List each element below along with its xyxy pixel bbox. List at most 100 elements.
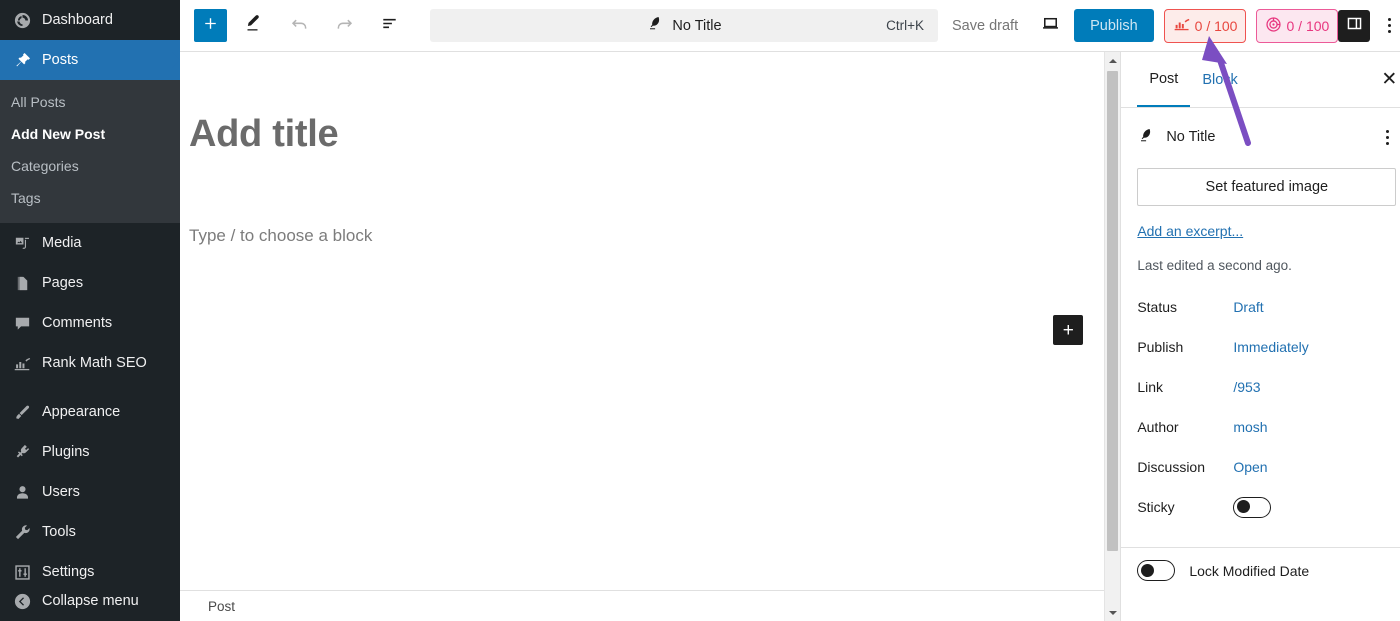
content-ai-score-badge[interactable]: 0 / 100: [1256, 8, 1339, 43]
add-excerpt-link[interactable]: Add an excerpt...: [1137, 223, 1243, 239]
sidebar-item-rank-math-seo[interactable]: Rank Math SEO: [0, 343, 180, 383]
rank-math-icon: [11, 353, 33, 373]
pin-icon: [11, 50, 33, 70]
sidebar-item-users[interactable]: Users: [0, 472, 180, 512]
pencil-icon: [244, 13, 264, 38]
sidebar-item-media[interactable]: Media: [0, 223, 180, 263]
document-outline-icon: [379, 13, 400, 39]
sidebar-item-add-new-post[interactable]: Add New Post: [0, 118, 180, 150]
post-meta-list: Status Draft Publish Immediately Link /9…: [1121, 287, 1400, 527]
block-breadcrumb: Post: [180, 590, 1105, 621]
sidebar-item-label: Plugins: [42, 444, 90, 460]
command-bar-title: No Title: [672, 17, 722, 34]
block-inserter-button[interactable]: +: [1053, 315, 1084, 345]
content-ai-target-icon: [1265, 16, 1282, 36]
add-block-button[interactable]: [194, 9, 227, 42]
wordpress-block-editor: Dashboard Posts All Posts Add New Post C…: [0, 0, 1400, 621]
block-placeholder-text: Type / to choose a block: [189, 225, 373, 245]
pages-icon: [11, 273, 33, 293]
submenu-label: Categories: [11, 158, 79, 174]
breadcrumb-item-post[interactable]: Post: [208, 599, 235, 614]
canvas-scrollbar[interactable]: [1104, 52, 1121, 621]
content-ai-score-value: 0 / 100: [1286, 17, 1330, 34]
save-draft-button[interactable]: Save draft: [938, 18, 1032, 34]
tab-post[interactable]: Post: [1137, 52, 1191, 107]
sidebar-item-plugins[interactable]: Plugins: [0, 432, 180, 472]
sidebar-item-categories[interactable]: Categories: [0, 150, 180, 182]
lock-modified-date-toggle[interactable]: [1137, 560, 1176, 581]
comment-icon: [11, 313, 33, 333]
sidebar-item-label: Pages: [42, 275, 84, 291]
document-title: No Title: [1166, 129, 1216, 145]
meta-value-status[interactable]: Draft: [1233, 299, 1263, 315]
meta-value-publish[interactable]: Immediately: [1233, 339, 1308, 355]
sidebar-item-all-posts[interactable]: All Posts: [0, 86, 180, 118]
plus-icon: +: [1062, 319, 1074, 341]
kebab-menu-icon: [1385, 135, 1389, 139]
sidebar-item-comments[interactable]: Comments: [0, 303, 180, 343]
document-actions-button[interactable]: [1374, 123, 1400, 151]
default-block-appender[interactable]: Type / to choose a block: [189, 226, 1104, 256]
scroll-down-arrow-icon[interactable]: [1104, 604, 1121, 621]
tab-block[interactable]: Block: [1190, 52, 1249, 107]
sidebar-item-appearance[interactable]: Appearance: [0, 392, 180, 432]
post-title-input[interactable]: Add title: [189, 112, 1104, 158]
meta-label: Publish: [1137, 339, 1184, 355]
settings-tabs: Post Block ✕: [1121, 52, 1400, 108]
sidebar-item-tags[interactable]: Tags: [0, 182, 180, 214]
meta-row-link: Link /953: [1121, 367, 1400, 407]
meta-label: Discussion: [1137, 459, 1206, 475]
scrollbar-thumb[interactable]: [1107, 71, 1119, 551]
rank-math-seo-score-badge[interactable]: 0 / 100: [1163, 8, 1247, 43]
document-overview-button[interactable]: [371, 8, 407, 44]
undo-arrow-icon: [289, 13, 310, 39]
laptop-preview-icon: [1040, 13, 1061, 39]
collapse-menu-row[interactable]: Collapse menu: [0, 581, 180, 621]
sidebar-item-label: Tools: [42, 524, 76, 540]
sidebar-item-tools[interactable]: Tools: [0, 512, 180, 552]
tools-pencil-button[interactable]: [236, 8, 272, 44]
user-icon: [11, 482, 33, 502]
header-tools-right: Save draft Publish 0 / 100 0 / 100: [938, 8, 1400, 44]
meta-value-link[interactable]: /953: [1233, 379, 1260, 395]
sticky-toggle[interactable]: [1233, 496, 1272, 518]
editor-header: No Title Ctrl+K Save draft Publish 0 / 1…: [180, 0, 1400, 52]
submenu-label: All Posts: [11, 94, 66, 110]
meta-row-publish: Publish Immediately: [1121, 327, 1400, 367]
sidebar-item-pages[interactable]: Pages: [0, 263, 180, 303]
posts-submenu: All Posts Add New Post Categories Tags: [0, 80, 180, 223]
scroll-up-arrow-icon[interactable]: [1104, 52, 1121, 69]
sidebar-item-collapse-menu[interactable]: Collapse menu: [0, 581, 180, 621]
close-icon: ✕: [1381, 69, 1398, 90]
publish-button[interactable]: Publish: [1074, 9, 1154, 42]
plus-icon: [202, 15, 219, 37]
sidebar-item-label: Settings: [42, 564, 95, 580]
close-settings-button[interactable]: ✕: [1372, 63, 1400, 97]
kebab-menu-icon: [1387, 24, 1391, 27]
sidebar-item-label: Users: [42, 484, 80, 500]
sidebar-item-dashboard[interactable]: Dashboard: [0, 0, 180, 40]
sliders-icon: [11, 562, 33, 582]
sidebar-item-posts[interactable]: Posts: [0, 40, 180, 80]
preview-button[interactable]: [1032, 8, 1068, 44]
redo-arrow-icon: [334, 13, 355, 39]
admin-sidebar: Dashboard Posts All Posts Add New Post C…: [0, 0, 180, 621]
meta-value-author[interactable]: mosh: [1233, 419, 1267, 435]
editor-options-button[interactable]: [1376, 8, 1400, 44]
meta-value-discussion[interactable]: Open: [1233, 459, 1267, 475]
wrench-icon: [11, 522, 33, 542]
settings-sidebar-toggle[interactable]: [1338, 9, 1371, 42]
lock-modified-date-row: Lock Modified Date: [1121, 548, 1400, 581]
kebab-menu-icon: [1385, 141, 1389, 145]
command-bar[interactable]: No Title Ctrl+K: [430, 9, 938, 42]
meta-label: Link: [1137, 379, 1163, 395]
sidebar-item-label: Media: [42, 235, 82, 251]
kebab-menu-icon: [1385, 129, 1389, 133]
sidebar-item-label: Comments: [42, 315, 113, 331]
editor-canvas[interactable]: Add title Type / to choose a block + Pos…: [180, 52, 1105, 621]
undo-button[interactable]: [281, 8, 317, 44]
lock-modified-date-label: Lock Modified Date: [1189, 562, 1310, 579]
set-featured-image-button[interactable]: Set featured image: [1137, 168, 1397, 206]
feather-quill-icon: [1137, 127, 1154, 148]
redo-button[interactable]: [326, 8, 362, 44]
